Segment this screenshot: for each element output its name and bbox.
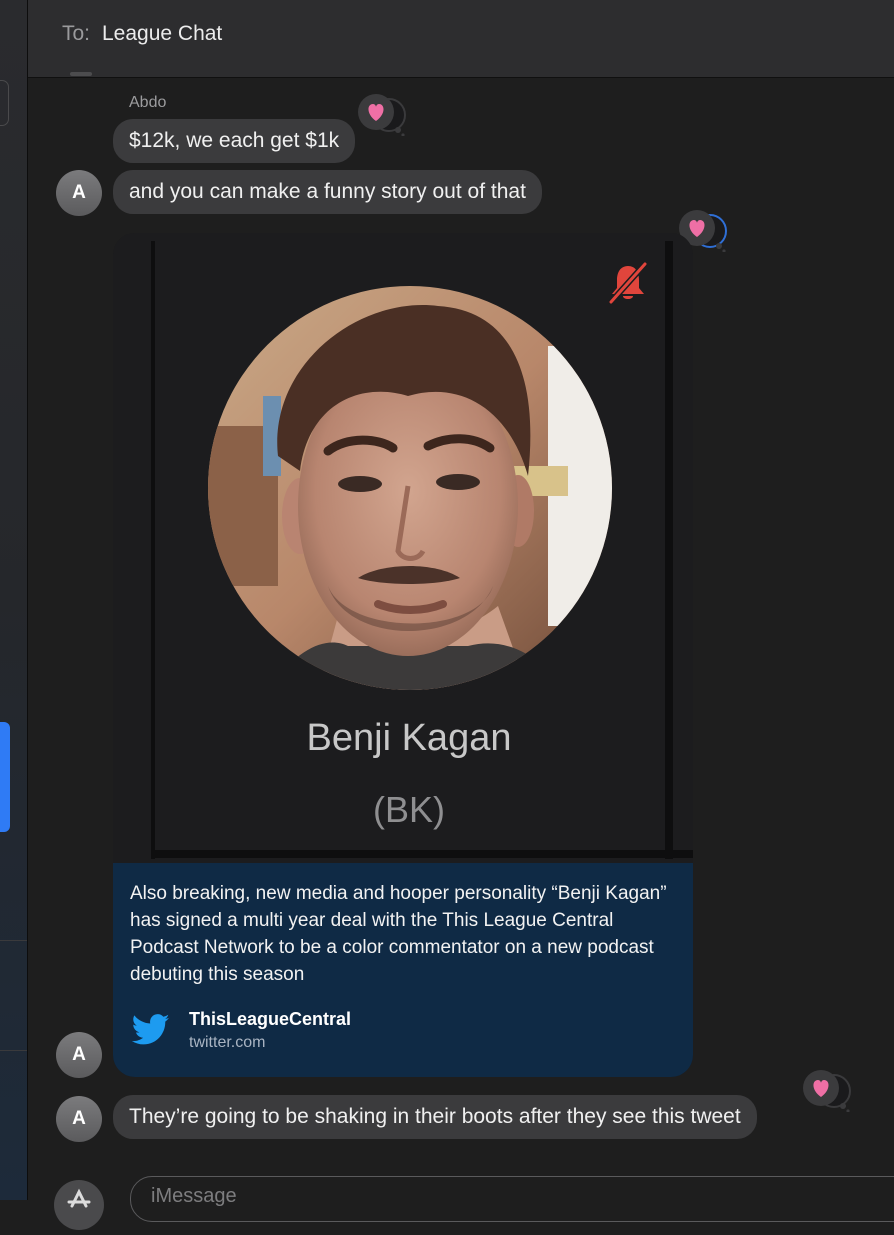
twitter-bird-icon: [132, 1014, 170, 1045]
link-preview-body[interactable]: Also breaking, new media and hooper pers…: [113, 863, 693, 1077]
app-store-icon: [67, 1188, 91, 1208]
to-label: To:: [62, 22, 91, 45]
link-description: Also breaking, new media and hooper pers…: [130, 883, 667, 985]
message-input-placeholder: iMessage: [151, 1185, 237, 1207]
sidebar-tab[interactable]: [0, 80, 9, 126]
avatar[interactable]: A: [56, 1032, 102, 1078]
preview-image: Benji Kagan (BK): [113, 233, 693, 863]
heart-tapback-icon[interactable]: [357, 90, 407, 136]
sidebar-selected-conversation[interactable]: [0, 722, 10, 832]
profile-name: Benji Kagan: [306, 717, 512, 759]
message-bubble[interactable]: They’re going to be shaking in their boo…: [113, 1095, 757, 1139]
avatar[interactable]: A: [56, 170, 102, 216]
recipient-name[interactable]: League Chat: [102, 22, 222, 46]
sidebar-divider: [0, 940, 27, 941]
app-store-button[interactable]: [54, 1180, 104, 1230]
image-frame: [665, 241, 673, 859]
sidebar: [0, 0, 28, 1200]
profile-handle: (BK): [373, 789, 445, 830]
heart-tapback-icon[interactable]: [802, 1066, 852, 1112]
message-bubble[interactable]: $12k, we each get $1k: [113, 119, 356, 163]
link-source-domain: twitter.com: [189, 1034, 266, 1051]
link-source-name: ThisLeagueCentral: [189, 1009, 352, 1029]
sidebar-divider: [0, 1050, 27, 1051]
message-bubble[interactable]: and you can make a funny story out of th…: [113, 170, 542, 214]
scroll-remnant: [70, 72, 92, 76]
link-preview-card[interactable]: Benji Kagan (BK) Also breaking, new medi…: [113, 233, 693, 1077]
avatar[interactable]: A: [56, 1096, 102, 1142]
image-frame: [153, 850, 693, 858]
sender-name: Abdo: [129, 94, 167, 111]
image-frame: [151, 241, 155, 859]
profile-photo: [208, 286, 612, 690]
message-input[interactable]: iMessage: [130, 1176, 894, 1222]
conversation-header: To: League Chat: [28, 0, 894, 78]
